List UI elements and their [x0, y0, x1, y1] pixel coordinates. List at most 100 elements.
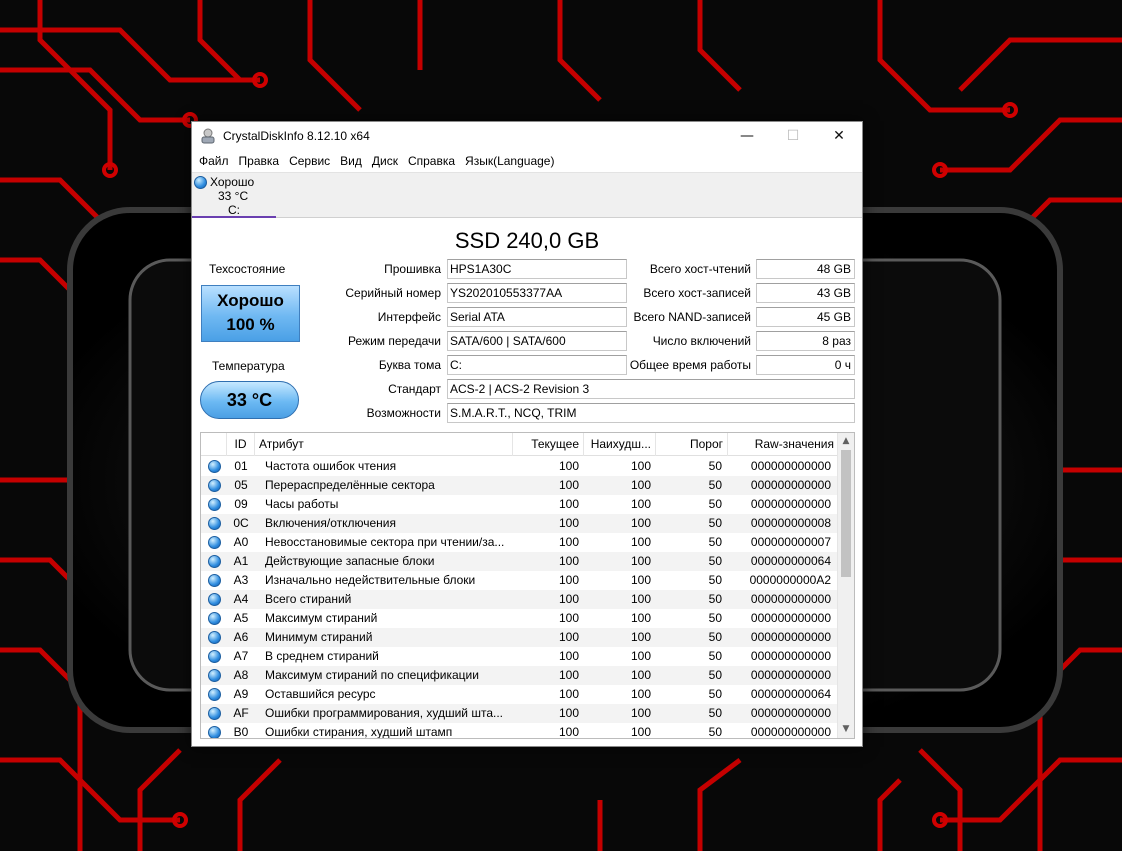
- cell-worst: 100: [630, 706, 651, 720]
- health-status-icon: [194, 176, 207, 189]
- cell-current: 100: [558, 668, 579, 682]
- info-value-left[interactable]: HPS1A30C: [447, 259, 627, 279]
- maximize-button[interactable]: ☐: [770, 122, 816, 150]
- close-button[interactable]: ✕: [816, 122, 862, 150]
- menu-file[interactable]: Файл: [194, 154, 234, 168]
- drive-selector-bar: Хорошо 33 °C C:: [192, 172, 862, 218]
- attribute-status-icon: [208, 460, 221, 473]
- header-worst[interactable]: Наихудш...: [584, 433, 656, 456]
- cell-threshold: 50: [708, 611, 722, 625]
- info-label-right: Общее время работы: [629, 358, 751, 372]
- header-status[interactable]: [201, 433, 227, 456]
- cell-attribute: Невосстановимые сектора при чтении/за...: [265, 535, 505, 549]
- table-row[interactable]: A5 Максимум стираний 100 100 50 000000000000: [201, 609, 839, 628]
- table-row[interactable]: A9 Оставшийся ресурс 100 100 50 000000000064: [201, 685, 839, 704]
- table-row[interactable]: 01 Частота ошибок чтения 100 100 50 000000000…: [201, 457, 839, 476]
- menu-bar: Файл Правка Сервис Вид Диск Справка Язык…: [192, 150, 862, 172]
- drive-tab-c[interactable]: Хорошо 33 °C C:: [192, 173, 276, 218]
- cell-attribute: Минимум стираний: [265, 630, 373, 644]
- cell-current: 100: [558, 535, 579, 549]
- table-row[interactable]: A6 Минимум стираний 100 100 50 000000000000: [201, 628, 839, 647]
- attribute-status-icon: [208, 650, 221, 663]
- cell-threshold: 50: [708, 725, 722, 739]
- cell-raw: 000000000000: [750, 649, 831, 663]
- table-row[interactable]: A3 Изначально недействительные блоки 100 10…: [201, 571, 839, 590]
- cell-raw: 000000000007: [750, 535, 831, 549]
- menu-language[interactable]: Язык(Language): [460, 154, 559, 168]
- menu-edit[interactable]: Правка: [234, 154, 285, 168]
- attribute-status-icon: [208, 612, 221, 625]
- info-value-right[interactable]: 8 раз: [756, 331, 855, 351]
- temperature-button[interactable]: 33 °C: [200, 381, 299, 419]
- cell-attribute: Максимум стираний: [265, 611, 378, 625]
- table-row[interactable]: A0 Невосстановимые сектора при чтении/за.…: [201, 533, 839, 552]
- menu-help[interactable]: Справка: [403, 154, 460, 168]
- cell-id: 01: [234, 459, 248, 473]
- cell-worst: 100: [630, 611, 651, 625]
- cell-worst: 100: [630, 554, 651, 568]
- info-value-left[interactable]: C:: [447, 355, 627, 375]
- scroll-up-arrow-icon[interactable]: ▲: [838, 433, 854, 450]
- info-value-right[interactable]: 45 GB: [756, 307, 855, 327]
- header-raw[interactable]: Raw-значения: [728, 433, 839, 456]
- cell-current: 100: [558, 649, 579, 663]
- cell-current: 100: [558, 573, 579, 587]
- cell-attribute: Всего стираний: [265, 592, 352, 606]
- cell-attribute: Перераспределённые сектора: [265, 478, 435, 492]
- info-value-left[interactable]: YS202010553377AA: [447, 283, 627, 303]
- info-value-left[interactable]: S.M.A.R.T., NCQ, TRIM: [447, 403, 855, 423]
- header-id[interactable]: ID: [227, 433, 255, 456]
- cell-raw: 000000000000: [750, 459, 831, 473]
- smart-attributes-table: ID Атрибут Текущее Наихудш... Порог Raw-…: [200, 432, 855, 739]
- menu-disk[interactable]: Диск: [367, 154, 403, 168]
- cell-raw: 000000000000: [750, 725, 831, 739]
- header-attribute[interactable]: Атрибут: [255, 433, 513, 456]
- table-scrollbar[interactable]: ▲ ▼: [837, 433, 854, 738]
- table-row[interactable]: A1 Действующие запасные блоки 100 100 50 0000…: [201, 552, 839, 571]
- cell-raw: 000000000000: [750, 611, 831, 625]
- health-status-button[interactable]: Хорошо 100 %: [201, 285, 300, 342]
- app-icon: [201, 128, 215, 144]
- table-row[interactable]: 05 Перераспределённые сектора 100 100 50 0000…: [201, 476, 839, 495]
- table-row[interactable]: 0C Включения/отключения 100 100 50 0000000000…: [201, 514, 839, 533]
- info-value-left[interactable]: ACS-2 | ACS-2 Revision 3: [447, 379, 855, 399]
- attribute-status-icon: [208, 726, 221, 738]
- title-bar[interactable]: CrystalDiskInfo 8.12.10 x64 — ☐ ✕: [192, 122, 862, 150]
- window-title: CrystalDiskInfo 8.12.10 x64: [223, 129, 370, 143]
- cell-id: A8: [233, 668, 249, 682]
- info-label-left: Возможности: [366, 406, 441, 420]
- attribute-status-icon: [208, 688, 221, 701]
- info-value-right[interactable]: 43 GB: [756, 283, 855, 303]
- menu-service[interactable]: Сервис: [284, 154, 335, 168]
- attribute-status-icon: [208, 574, 221, 587]
- info-label-left: Режим передачи: [348, 334, 441, 348]
- info-value-left[interactable]: Serial ATA: [447, 307, 627, 327]
- cell-id: A3: [233, 573, 249, 587]
- table-row[interactable]: AF Ошибки программирования, худший шта...…: [201, 704, 839, 723]
- cell-worst: 100: [630, 668, 651, 682]
- cell-id: A1: [233, 554, 249, 568]
- table-row[interactable]: A8 Максимум стираний по спецификации 100 10…: [201, 666, 839, 685]
- cell-id: A0: [233, 535, 249, 549]
- info-value-right[interactable]: 48 GB: [756, 259, 855, 279]
- scroll-thumb[interactable]: [841, 450, 851, 577]
- header-threshold[interactable]: Порог: [656, 433, 728, 456]
- menu-view[interactable]: Вид: [335, 154, 367, 168]
- table-row[interactable]: 09 Часы работы 100 100 50 000000000000: [201, 495, 839, 514]
- cell-worst: 100: [630, 687, 651, 701]
- table-row[interactable]: A4 Всего стираний 100 100 50 000000000000: [201, 590, 839, 609]
- cell-worst: 100: [630, 725, 651, 739]
- cell-id: A7: [233, 649, 249, 663]
- scroll-down-arrow-icon[interactable]: ▼: [838, 721, 854, 738]
- cell-current: 100: [558, 478, 579, 492]
- info-value-right[interactable]: 0 ч: [756, 355, 855, 375]
- info-value-left[interactable]: SATA/600 | SATA/600: [447, 331, 627, 351]
- cell-attribute: Ошибки программирования, худший шта...: [265, 706, 503, 720]
- header-current[interactable]: Текущее: [513, 433, 584, 456]
- minimize-button[interactable]: —: [724, 122, 770, 150]
- cell-worst: 100: [630, 516, 651, 530]
- table-row[interactable]: B0 Ошибки стирания, худший штамп 100 100 50 0…: [201, 723, 839, 739]
- cell-worst: 100: [630, 459, 651, 473]
- table-row[interactable]: A7 В среднем стираний 100 100 50 000000000000: [201, 647, 839, 666]
- info-label-right: Число включений: [652, 334, 751, 348]
